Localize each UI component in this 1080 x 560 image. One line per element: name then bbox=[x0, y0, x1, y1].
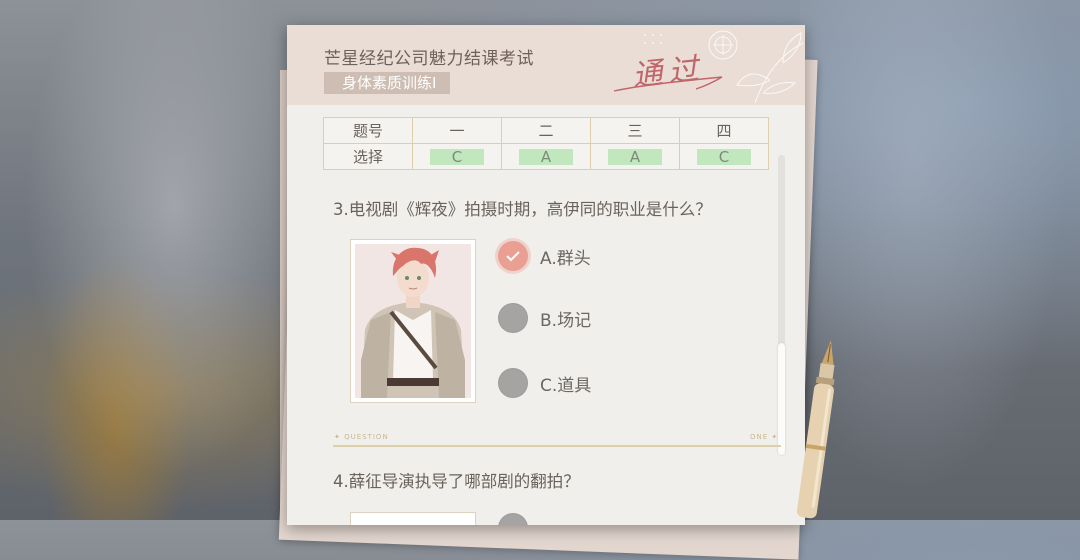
choice-value: A bbox=[607, 148, 663, 165]
answer-table: 题号 一 二 三 四 选择 C A A C bbox=[323, 117, 769, 170]
table-cell-question-number: 一 bbox=[412, 117, 502, 144]
option-label: A.群头 bbox=[540, 248, 591, 269]
choice-value: C bbox=[429, 148, 485, 165]
table-cell-question-number: 二 bbox=[501, 117, 591, 144]
exam-header: 芒星经纪公司魅力结课考试 身体素质训练Ⅰ 通过 bbox=[287, 25, 805, 105]
option-c[interactable]: C.道具 bbox=[498, 367, 591, 399]
radio-unselected[interactable] bbox=[498, 303, 528, 333]
table-cell-choice[interactable]: C bbox=[412, 143, 502, 170]
check-icon bbox=[506, 251, 520, 262]
exam-title: 芒星经纪公司魅力结课考试 bbox=[324, 49, 534, 69]
option-b[interactable]: B.场记 bbox=[498, 302, 591, 334]
radio-unselected[interactable] bbox=[498, 368, 528, 398]
option-partial[interactable] bbox=[498, 512, 528, 525]
option-label: C.道具 bbox=[540, 375, 592, 396]
table-row: 题号 一 二 三 四 bbox=[323, 117, 769, 144]
table-header-cell: 题号 bbox=[323, 117, 413, 144]
pass-stamp: 通过 bbox=[630, 51, 706, 94]
question-divider bbox=[333, 445, 781, 447]
table-cell-question-number: 三 bbox=[590, 117, 680, 144]
divider-label-left: ✦ QUESTION bbox=[334, 433, 389, 441]
character-portrait-partial bbox=[350, 512, 476, 525]
exam-subtitle: 身体素质训练Ⅰ bbox=[324, 72, 451, 94]
table-cell-choice[interactable]: A bbox=[590, 143, 680, 170]
question-4-text: 4.薛征导演执导了哪部剧的翻拍？ bbox=[333, 472, 580, 491]
option-a[interactable]: A.群头 bbox=[498, 240, 591, 272]
character-portrait bbox=[350, 239, 476, 403]
radio-unselected[interactable] bbox=[498, 513, 528, 525]
radio-selected[interactable] bbox=[498, 241, 528, 271]
table-cell-choice[interactable]: A bbox=[501, 143, 591, 170]
scrollbar-thumb[interactable] bbox=[778, 343, 785, 455]
option-label: B.场记 bbox=[540, 310, 592, 331]
question-3-text: 3.电视剧《辉夜》拍摄时期，高伊同的职业是什么？ bbox=[333, 200, 712, 219]
fountain-pen-icon bbox=[796, 340, 835, 519]
choice-value: A bbox=[518, 148, 574, 165]
choice-value: C bbox=[696, 148, 752, 165]
table-cell-question-number: 四 bbox=[679, 117, 769, 144]
divider-label-right: ONE ✦ bbox=[750, 433, 779, 441]
table-cell-choice[interactable]: C bbox=[679, 143, 769, 170]
exam-paper: 芒星经纪公司魅力结课考试 身体素质训练Ⅰ 通过 题号 一 二 三 四 选择 C … bbox=[287, 25, 805, 525]
table-header-cell: 选择 bbox=[323, 143, 413, 170]
background-blur-left bbox=[0, 0, 290, 520]
table-row: 选择 C A A C bbox=[323, 143, 769, 170]
character-portrait-image bbox=[355, 244, 471, 398]
